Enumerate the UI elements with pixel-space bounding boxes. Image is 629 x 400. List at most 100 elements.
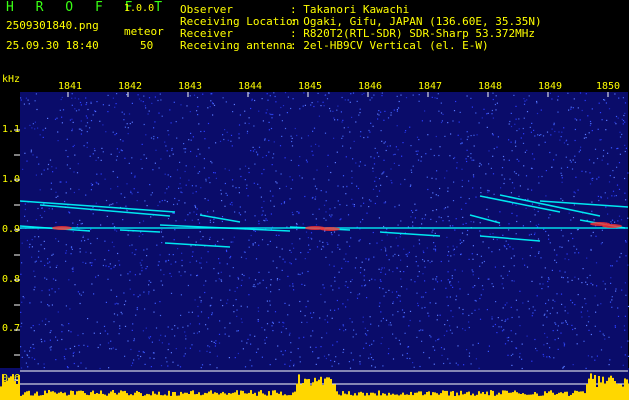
noise-dot: [521, 367, 523, 370]
noise-dot: [625, 255, 627, 257]
level-bar: [486, 391, 488, 400]
noise-dot: [565, 156, 567, 158]
noise-dot: [614, 326, 616, 328]
noise-dot: [138, 350, 140, 352]
noise-dot: [30, 346, 32, 349]
level-bar: [484, 394, 486, 400]
noise-dot: [611, 222, 613, 225]
noise-dot: [37, 207, 39, 210]
noise-dot: [466, 234, 468, 236]
noise-dot: [373, 256, 375, 258]
noise-dot: [384, 202, 386, 204]
noise-dot: [612, 190, 615, 192]
noise-dot: [123, 304, 126, 306]
noise-dot: [369, 131, 371, 133]
noise-dot: [421, 223, 423, 225]
noise-dot: [154, 162, 156, 164]
noise-dot: [338, 287, 340, 289]
noise-dot: [39, 134, 41, 136]
noise-dot: [433, 248, 435, 250]
noise-dot: [374, 147, 376, 149]
noise-dot: [471, 312, 473, 314]
noise-dot: [447, 305, 449, 307]
level-bar: [178, 395, 180, 400]
level-bar: [200, 395, 202, 400]
noise-dot: [526, 111, 529, 113]
noise-dot: [74, 97, 76, 99]
noise-dot: [270, 213, 272, 215]
noise-dot: [80, 240, 83, 242]
noise-dot: [325, 191, 327, 193]
level-bar: [530, 394, 532, 400]
noise-dot: [223, 138, 225, 141]
noise-dot: [167, 130, 169, 132]
noise-dot: [164, 173, 166, 175]
noise-dot: [227, 299, 229, 301]
noise-dot: [492, 285, 494, 288]
noise-dot: [516, 220, 518, 223]
noise-dot: [330, 171, 332, 174]
noise-dot: [245, 258, 247, 260]
noise-dot: [157, 204, 159, 207]
noise-dot: [435, 178, 437, 180]
level-bar: [346, 394, 348, 400]
noise-dot: [229, 257, 231, 259]
noise-dot: [504, 304, 506, 306]
noise-dot: [190, 132, 192, 134]
level-bar: [62, 393, 64, 400]
noise-dot: [531, 167, 533, 170]
noise-dot: [206, 261, 208, 263]
noise-dot: [543, 314, 545, 316]
noise-dot: [502, 287, 504, 289]
noise-dot: [50, 349, 52, 351]
noise-dot: [224, 333, 226, 335]
noise-dot: [55, 167, 57, 169]
noise-dot: [318, 115, 320, 117]
noise-dot: [229, 289, 231, 291]
noise-dot: [302, 223, 304, 225]
noise-dot: [359, 161, 361, 163]
noise-dot: [161, 115, 163, 117]
noise-dot: [608, 108, 611, 110]
noise-dot: [412, 211, 414, 213]
noise-dot: [82, 291, 84, 293]
level-bar: [438, 394, 440, 400]
noise-dot: [37, 363, 39, 365]
noise-dot: [34, 128, 36, 130]
noise-dot: [396, 95, 398, 97]
noise-dot: [445, 287, 447, 289]
noise-dot: [420, 329, 422, 331]
level-bar: [386, 395, 388, 400]
noise-dot: [460, 143, 462, 145]
noise-dot: [209, 182, 211, 184]
noise-dot: [207, 122, 210, 125]
noise-dot: [169, 155, 171, 157]
noise-dot: [141, 267, 143, 269]
level-bar: [74, 394, 76, 400]
level-bar: [164, 394, 166, 400]
noise-dot: [381, 140, 383, 142]
noise-dot: [519, 325, 521, 327]
noise-dot: [505, 240, 507, 242]
noise-dot: [110, 289, 112, 291]
noise-dot: [55, 191, 57, 193]
noise-dot: [578, 151, 580, 153]
noise-dot: [559, 270, 561, 272]
noise-dot: [36, 156, 38, 158]
noise-dot: [567, 143, 569, 146]
noise-dot: [203, 130, 205, 132]
noise-dot: [436, 319, 438, 321]
noise-dot: [331, 234, 333, 236]
noise-dot: [560, 136, 562, 138]
noise-dot: [494, 323, 496, 326]
noise-dot: [172, 153, 174, 155]
noise-dot: [388, 348, 390, 350]
noise-dot: [342, 175, 345, 177]
noise-dot: [498, 326, 500, 328]
noise-dot: [383, 142, 385, 144]
noise-dot: [374, 180, 376, 182]
noise-dot: [170, 275, 172, 277]
noise-dot: [257, 310, 260, 312]
noise-dot: [167, 218, 170, 220]
noise-dot: [93, 148, 96, 150]
